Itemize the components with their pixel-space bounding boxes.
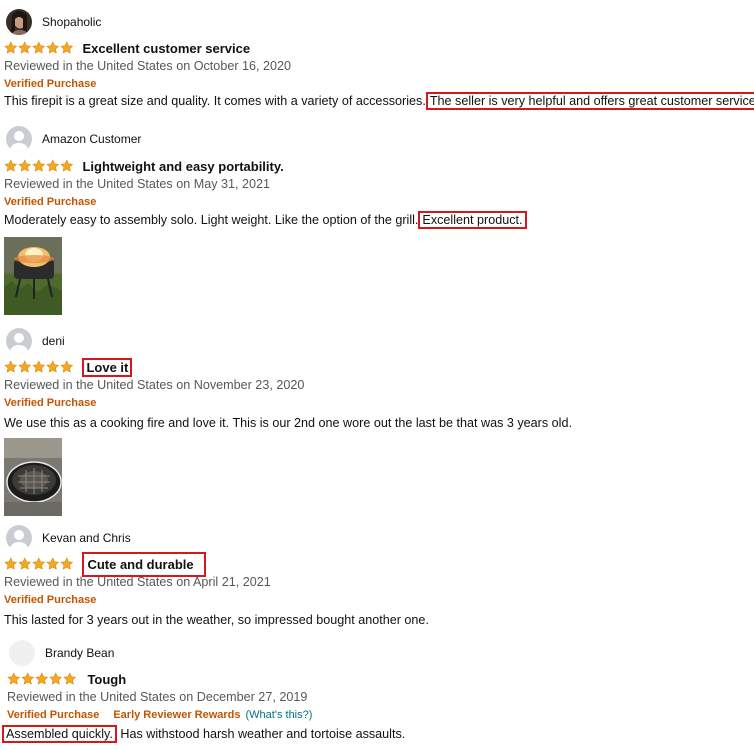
reviewer-profile[interactable]: Shopaholic (6, 8, 101, 36)
review-badges: Verified Purchase (4, 78, 96, 90)
highlighted-review-text: The seller is very helpful and offers gr… (425, 92, 754, 110)
fire-pit-flames-photo[interactable] (4, 237, 62, 315)
verified-purchase-badge: Verified Purchase (4, 78, 97, 90)
whats-this-link[interactable]: (What's this?) (246, 709, 313, 721)
review-body: This lasted for 3 years out in the weath… (4, 613, 429, 627)
five-star-rating-icon[interactable] (4, 557, 73, 571)
reviewer-name[interactable]: Kevan and Chris (42, 531, 131, 545)
reviewer-profile[interactable]: Kevan and Chris (6, 524, 131, 552)
five-star-rating-icon[interactable] (7, 672, 76, 686)
fire-pit-grill-photo[interactable] (4, 438, 62, 516)
review-text: Has withstood harsh weather and tortoise… (120, 727, 406, 741)
rating-line: Tough (7, 670, 126, 688)
review-badges: Verified Purchase Early Reviewer Rewards (… (7, 709, 312, 721)
review-date: Reviewed in the United States on April 2… (4, 575, 271, 589)
rating-line: Love it (4, 357, 133, 377)
review-date: Reviewed in the United States on May 31,… (4, 177, 271, 191)
review-title[interactable]: Love it (82, 357, 133, 377)
review-title[interactable]: Cute and durable (82, 551, 206, 577)
reviewer-name[interactable]: Shopaholic (42, 15, 101, 29)
review-badges: Verified Purchase (4, 397, 96, 409)
reviewer-name[interactable]: deni (42, 334, 65, 348)
default-profile-icon[interactable] (6, 328, 32, 354)
blank-profile-icon[interactable] (9, 640, 35, 666)
verified-purchase-badge: Verified Purchase (4, 594, 97, 606)
review-date: Reviewed in the United States on October… (4, 59, 292, 73)
reviewer-profile[interactable]: deni (6, 327, 65, 355)
default-profile-icon[interactable] (6, 126, 32, 152)
default-profile-icon[interactable] (6, 525, 32, 551)
early-reviewer-rewards-badge: Early Reviewer Rewards (113, 709, 241, 721)
verified-purchase-badge: Verified Purchase (7, 709, 100, 721)
five-star-rating-icon[interactable] (4, 360, 73, 374)
reviewer-profile[interactable]: Brandy Bean (9, 639, 114, 667)
rating-line: Cute and durable (4, 551, 206, 577)
review-title[interactable]: Tough (87, 672, 126, 687)
review-body: This firepit is a great size and quality… (4, 92, 754, 110)
five-star-rating-icon[interactable] (4, 41, 73, 55)
review-body: Assembled quickly. Has withstood harsh w… (2, 725, 406, 743)
verified-purchase-badge: Verified Purchase (4, 196, 97, 208)
rating-line: Excellent customer service (4, 39, 250, 57)
review-text: This firepit is a great size and quality… (4, 94, 426, 108)
review-badges: Verified Purchase (4, 196, 96, 208)
review-body: Moderately easy to assembly solo. Light … (4, 211, 527, 229)
reviewer-name[interactable]: Amazon Customer (42, 132, 141, 146)
five-star-rating-icon[interactable] (4, 159, 73, 173)
review-date: Reviewed in the United States on Novembe… (4, 378, 305, 392)
review-title[interactable]: Excellent customer service (82, 41, 250, 56)
verified-purchase-badge: Verified Purchase (4, 397, 97, 409)
review-date: Reviewed in the United States on Decembe… (7, 690, 308, 704)
reviewer-profile[interactable]: Amazon Customer (6, 125, 141, 153)
review-badges: Verified Purchase (4, 594, 96, 606)
highlighted-review-text: Excellent product. (418, 211, 527, 229)
review-text: Moderately easy to assembly solo. Light … (4, 213, 419, 227)
rating-line: Lightweight and easy portability. (4, 157, 284, 175)
review-body: We use this as a cooking fire and love i… (4, 416, 572, 430)
reviewer-name[interactable]: Brandy Bean (45, 646, 114, 660)
highlighted-review-text: Assembled quickly. (2, 725, 117, 743)
profile-photo-avatar[interactable] (6, 9, 32, 35)
review-title[interactable]: Lightweight and easy portability. (82, 159, 283, 174)
